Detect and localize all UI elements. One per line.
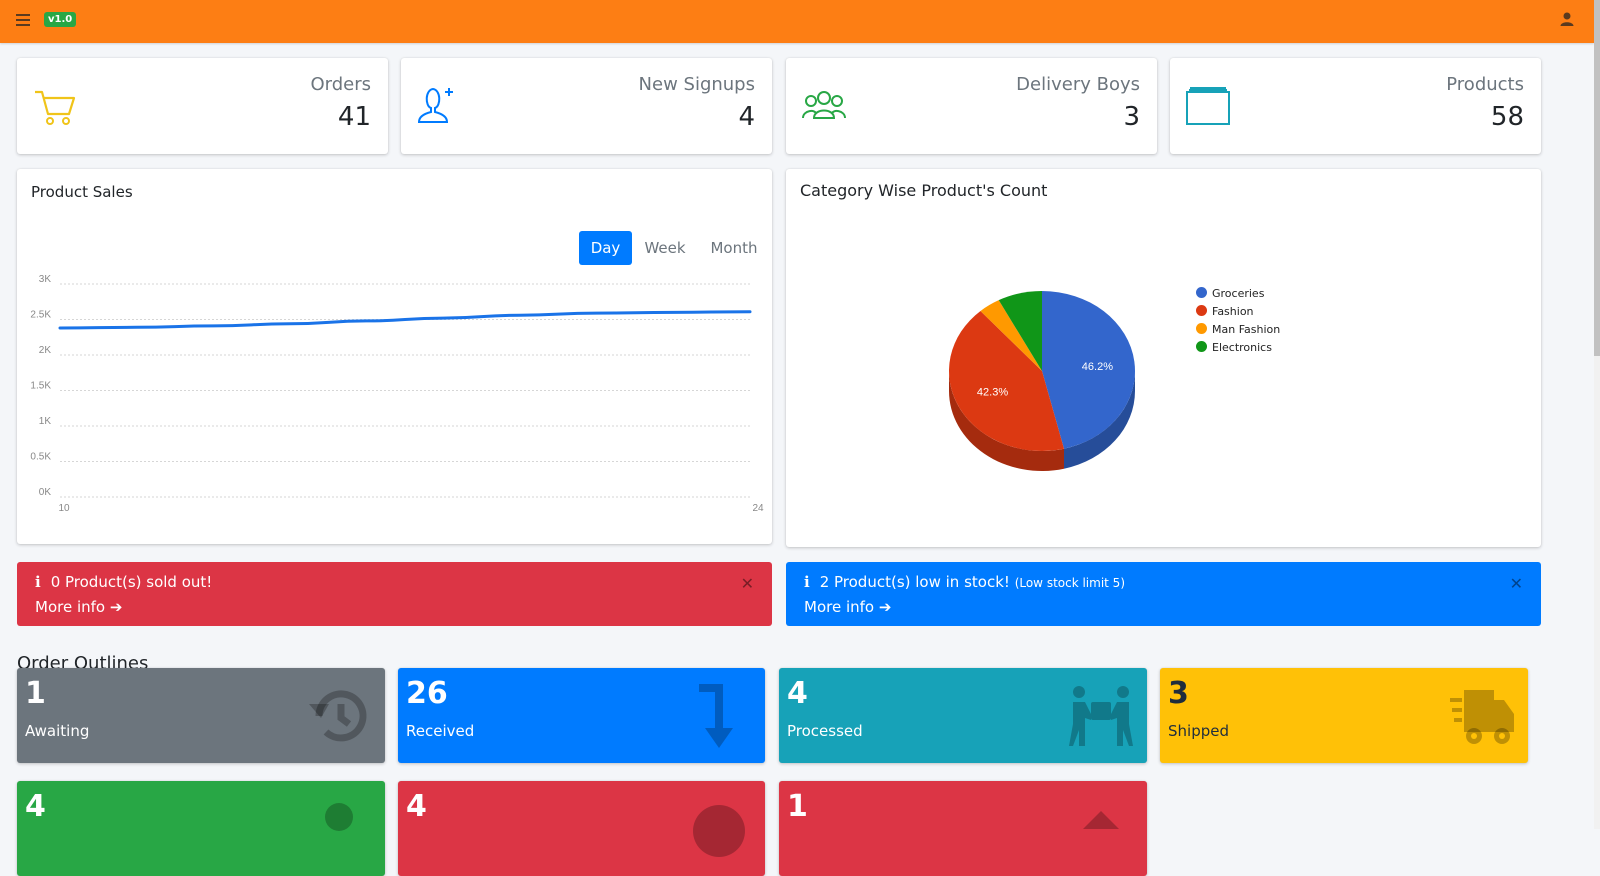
- top-navbar: v1.0: [0, 0, 1594, 43]
- y-tick-label: 2.5K: [30, 310, 51, 321]
- alert-message: i 2 Product(s) low in stock! (Low stock l…: [804, 573, 1125, 591]
- scrollbar[interactable]: [1594, 0, 1600, 829]
- arrow-down-icon: [699, 684, 733, 748]
- sales-series-line: [58, 310, 752, 330]
- stat-value: 3: [1123, 102, 1140, 132]
- stat-card-delivery-boys: Delivery Boys 3: [786, 58, 1157, 154]
- menu-toggle-icon[interactable]: [16, 12, 30, 26]
- stat-card-orders: Orders 41: [17, 58, 388, 154]
- close-icon[interactable]: ✕: [1510, 574, 1523, 593]
- x-tick-label: 24: [752, 503, 764, 514]
- legend-label: Groceries: [1212, 287, 1265, 300]
- info-icon: i: [35, 573, 41, 591]
- more-info-link[interactable]: More info ➔: [804, 598, 891, 616]
- legend-label: Fashion: [1212, 305, 1254, 318]
- scrollbar-thumb[interactable]: [1594, 0, 1600, 356]
- stat-label: New Signups: [638, 74, 755, 95]
- legend-dot-icon: [1196, 305, 1207, 316]
- legend-item[interactable]: Groceries: [1196, 287, 1264, 300]
- more-info-label: More info: [35, 598, 106, 616]
- low-stock-note: (Low stock limit 5): [1014, 576, 1126, 590]
- info-icon: i: [804, 573, 810, 591]
- y-tick-label: 1.5K: [30, 381, 51, 392]
- order-count: 3: [1168, 676, 1189, 711]
- more-info-label: More info: [804, 598, 875, 616]
- legend-item[interactable]: Fashion: [1196, 305, 1254, 318]
- low-stock-alert: i 2 Product(s) low in stock! (Low stock l…: [786, 562, 1541, 626]
- stat-value: 4: [738, 102, 755, 132]
- legend-dot-icon: [1196, 287, 1207, 298]
- x-tick-label: 10: [58, 503, 70, 514]
- order-box-received[interactable]: 26 Received: [398, 668, 765, 763]
- order-label: Received: [406, 722, 475, 740]
- legend-item[interactable]: Man Fashion: [1196, 323, 1280, 336]
- stat-label: Products: [1446, 74, 1524, 95]
- stat-value: 41: [337, 102, 371, 132]
- users-icon: [802, 91, 846, 119]
- order-box-shipped[interactable]: 3 Shipped: [1160, 668, 1528, 763]
- pie-value-label: 46.2%: [1082, 361, 1113, 373]
- pie-value-label: 42.3%: [977, 386, 1008, 398]
- stat-card-products: Products 58: [1170, 58, 1541, 154]
- stat-value: 58: [1490, 102, 1524, 132]
- product-sales-line-chart: 3K 2.5K 2K 1.5K 1K 0.5K 0K 10 24: [30, 274, 764, 514]
- y-tick-label: 2K: [39, 345, 52, 356]
- legend-label: Man Fashion: [1212, 323, 1281, 336]
- close-icon[interactable]: ✕: [741, 574, 754, 593]
- order-label: Processed: [787, 722, 863, 740]
- order-count: 26: [406, 676, 448, 711]
- alert-text: 2 Product(s) low in stock!: [819, 573, 1010, 591]
- user-icon[interactable]: [1559, 11, 1575, 27]
- box-icon: [1186, 87, 1230, 125]
- circle-icon: [693, 805, 745, 857]
- y-tick-label: 1K: [39, 416, 52, 427]
- stat-label: Orders: [310, 74, 371, 95]
- arrow-circle-right-icon: ➔: [109, 598, 123, 616]
- legend-item[interactable]: Electronics: [1196, 341, 1272, 354]
- history-icon: [309, 690, 367, 742]
- people-carry-icon: [1069, 686, 1133, 746]
- category-chart-title: Category Wise Product's Count: [800, 181, 1048, 200]
- user-icon: [325, 803, 353, 831]
- more-info-link[interactable]: More info ➔: [35, 598, 122, 616]
- user-plus-icon: [417, 87, 453, 123]
- truck-icon: [1450, 690, 1514, 744]
- order-count: 4: [406, 789, 427, 824]
- order-box-awaiting[interactable]: 1 Awaiting: [17, 668, 385, 763]
- y-tick-label: 0.5K: [30, 452, 51, 463]
- order-count: 4: [787, 676, 808, 711]
- sold-out-alert: i 0 Product(s) sold out! More info ➔ ✕: [17, 562, 772, 626]
- arrow-circle-right-icon: ➔: [878, 598, 892, 616]
- arrow-up-icon: [1083, 811, 1119, 829]
- y-tick-label: 0K: [39, 487, 52, 498]
- order-count: 4: [25, 789, 46, 824]
- cart-icon: [35, 90, 76, 125]
- legend-dot-icon: [1196, 341, 1207, 352]
- order-box-processed[interactable]: 4 Processed: [779, 668, 1147, 763]
- legend-dot-icon: [1196, 323, 1207, 334]
- order-label: Shipped: [1168, 722, 1229, 740]
- stat-label: Delivery Boys: [1016, 74, 1140, 95]
- category-pie-chart: 46.2% 42.3%: [949, 291, 1135, 471]
- y-tick-label: 3K: [39, 274, 52, 285]
- category-chart-card: Category Wise Product's Count: [786, 169, 1541, 547]
- order-count: 1: [787, 789, 808, 824]
- version-badge: v1.0: [44, 12, 77, 27]
- order-label: Awaiting: [25, 722, 90, 740]
- alert-text: 0 Product(s) sold out!: [50, 573, 213, 591]
- stat-card-new-signups: New Signups 4: [401, 58, 772, 154]
- order-count: 1: [25, 676, 46, 711]
- alert-message: i 0 Product(s) sold out!: [35, 573, 212, 591]
- legend-label: Electronics: [1212, 341, 1272, 354]
